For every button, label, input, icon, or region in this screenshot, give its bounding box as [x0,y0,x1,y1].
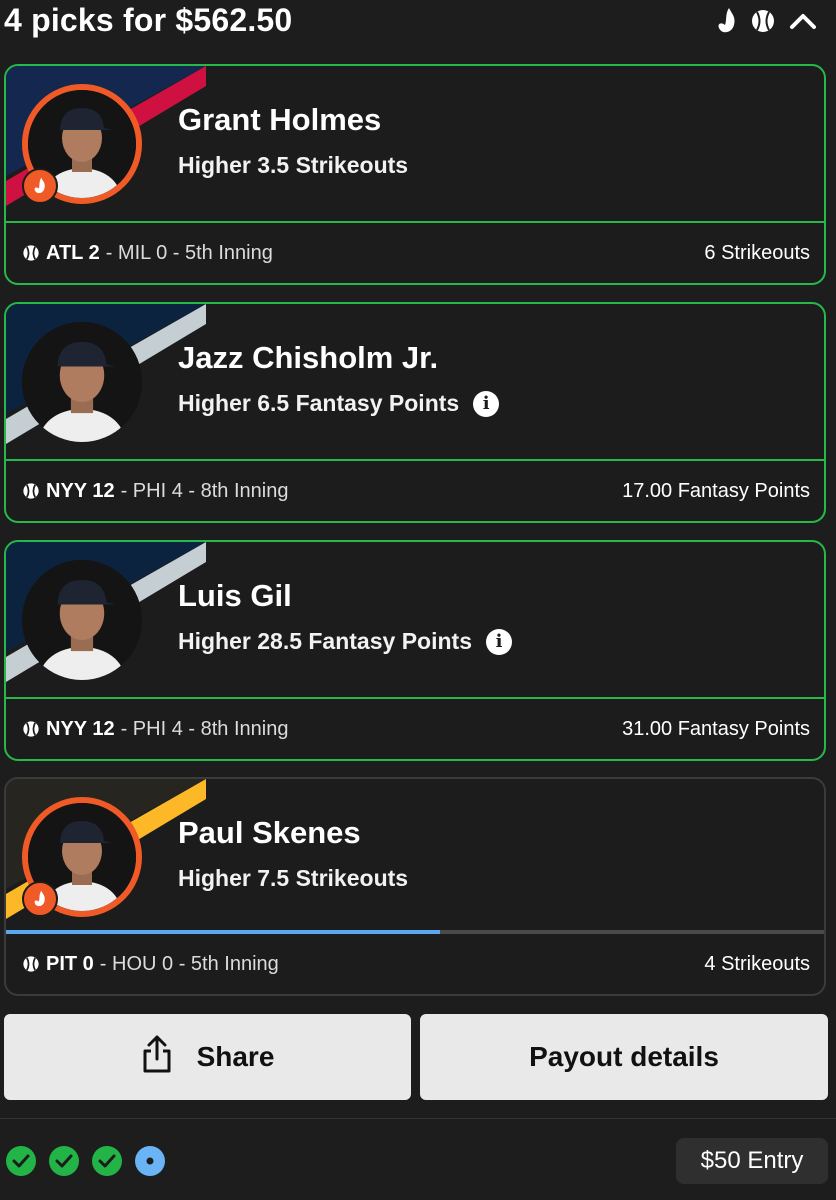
share-button[interactable]: Share [4,1014,411,1100]
info-icon[interactable]: i [485,628,512,655]
pick-live-indicator [135,1146,165,1176]
pick-line: Higher 3.5 Strikeouts [178,152,408,179]
pick-line: Higher 7.5 Strikeouts [178,865,408,892]
pick-card-paul-skenes[interactable]: Paul Skenes Higher 7.5 Strikeouts PIT 0 … [4,777,826,996]
baseball-icon [23,483,39,499]
pick-result: 4 Strikeouts [704,952,810,975]
flame-icon [716,6,738,36]
info-icon[interactable]: i [473,390,500,417]
baseball-icon [23,721,39,737]
pick-header: Grant Holmes Higher 3.5 Strikeouts [6,66,824,223]
player-name: Paul Skenes [178,815,361,850]
hot-pick-badge [22,881,58,917]
pick-result: 6 Strikeouts [704,241,810,264]
pick-line-text: Higher 7.5 Strikeouts [178,865,409,891]
game-score: NYY 12 - PHI 4 - 8th Inning [22,718,288,741]
game-score: PIT 0 - HOU 0 - 5th Inning [22,953,279,976]
payout-details-label: Payout details [529,1041,719,1072]
baseball-icon [750,8,776,34]
payout-details-button[interactable]: Payout details [420,1014,828,1100]
pick-status-row [6,1146,165,1176]
player-name: Jazz Chisholm Jr. [178,340,439,375]
pick-result: 31.00 Fantasy Points [622,717,810,740]
player-name: Grant Holmes [178,102,382,137]
pick-line-text: Higher 3.5 Strikeouts [178,152,409,178]
game-team-score: ATL 2 [46,241,100,264]
header-icons [716,6,818,36]
game-opponent-inning: - HOU 0 - 5th Inning [99,952,279,975]
game-team-score: PIT 0 [46,952,94,975]
pick-card-luis-gil[interactable]: Luis Gil Higher 28.5 Fantasy Points i NY… [4,540,826,761]
pick-card-grant-holmes[interactable]: Grant Holmes Higher 3.5 Strikeouts ATL 2… [4,64,826,285]
game-opponent-inning: - PHI 4 - 8th Inning [120,717,289,740]
player-photo [22,560,142,680]
game-status-row: NYY 12 - PHI 4 - 8th Inning 17.00 Fantas… [6,461,824,521]
pick-line: Higher 6.5 Fantasy Points i [178,390,500,417]
chevron-up-icon[interactable] [788,10,818,32]
pick-won-checkmark [49,1146,79,1176]
pick-won-checkmark [92,1146,122,1176]
baseball-icon [23,245,39,261]
pick-header: Luis Gil Higher 28.5 Fantasy Points i [6,542,824,699]
game-status-row: PIT 0 - HOU 0 - 5th Inning 4 Strikeouts [6,934,824,994]
flame-icon [34,890,45,907]
entry-label: $50 Entry [700,1147,804,1174]
pick-header: Paul Skenes Higher 7.5 Strikeouts [6,779,824,934]
hot-pick-badge [22,168,58,204]
player-avatar [22,560,142,680]
pick-line-text: Higher 28.5 Fantasy Points [178,628,472,654]
header: 4 picks for $562.50 [0,0,836,48]
player-avatar [22,322,142,442]
game-team-score: NYY 12 [46,717,115,740]
player-name: Luis Gil [178,578,292,613]
entry-title: 4 picks for $562.50 [4,2,293,38]
share-icon [141,1033,173,1082]
player-photo [22,322,142,442]
pick-card-jazz-chisholm-jr[interactable]: Jazz Chisholm Jr. Higher 6.5 Fantasy Poi… [4,302,826,523]
flame-icon [34,177,45,194]
game-status-row: NYY 12 - PHI 4 - 8th Inning 31.00 Fantas… [6,699,824,759]
pick-result: 17.00 Fantasy Points [622,479,810,502]
footer-divider [0,1118,836,1119]
share-label: Share [196,1041,275,1072]
game-score: ATL 2 - MIL 0 - 5th Inning [22,242,273,265]
pick-line-text: Higher 6.5 Fantasy Points [178,390,460,416]
game-status-row: ATL 2 - MIL 0 - 5th Inning 6 Strikeouts [6,223,824,283]
pick-won-checkmark [6,1146,36,1176]
game-opponent-inning: - MIL 0 - 5th Inning [105,241,273,264]
pick-line: Higher 28.5 Fantasy Points i [178,628,512,655]
pick-header: Jazz Chisholm Jr. Higher 6.5 Fantasy Poi… [6,304,824,461]
game-score: NYY 12 - PHI 4 - 8th Inning [22,480,288,503]
baseball-icon [23,956,39,972]
entry-amount-badge: $50 Entry [676,1138,828,1184]
game-team-score: NYY 12 [46,479,115,502]
game-opponent-inning: - PHI 4 - 8th Inning [120,479,289,502]
